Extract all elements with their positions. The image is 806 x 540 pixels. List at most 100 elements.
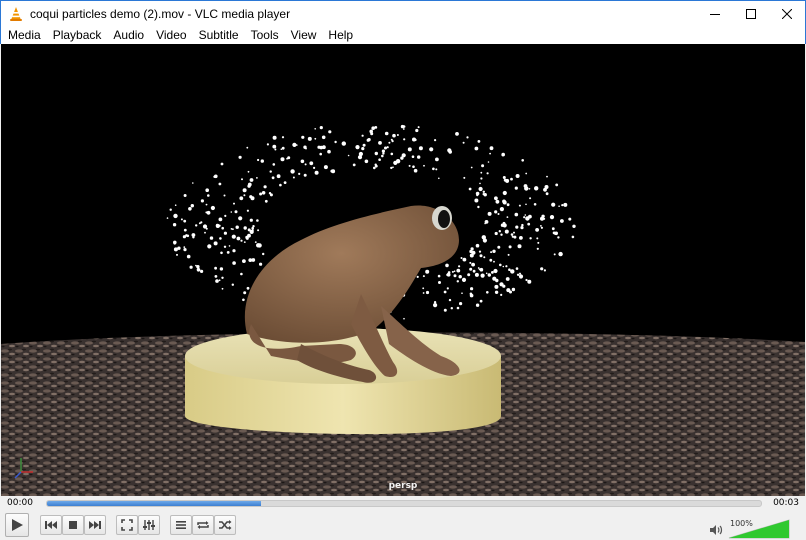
particle xyxy=(551,227,555,231)
shuffle-button[interactable] xyxy=(214,515,236,535)
particle xyxy=(215,279,219,283)
particle xyxy=(521,159,524,162)
particle xyxy=(429,147,434,152)
minimize-button[interactable] xyxy=(697,1,733,26)
particle xyxy=(475,303,480,307)
particle xyxy=(487,273,491,277)
particle xyxy=(497,245,501,249)
particle xyxy=(195,224,198,227)
particle xyxy=(189,265,193,269)
particle xyxy=(304,163,307,166)
particle xyxy=(243,194,246,197)
particle xyxy=(328,130,332,134)
particle xyxy=(479,299,483,303)
fullscreen-button[interactable] xyxy=(116,515,138,535)
menu-help[interactable]: Help xyxy=(322,26,359,44)
particle xyxy=(415,128,419,133)
particle xyxy=(260,159,264,163)
particle xyxy=(499,263,502,267)
particle xyxy=(487,211,492,216)
particle xyxy=(456,280,459,283)
play-icon xyxy=(12,519,23,531)
particle xyxy=(494,210,498,214)
loop-icon xyxy=(197,521,209,529)
volume-slider[interactable] xyxy=(728,519,790,539)
menu-playback[interactable]: Playback xyxy=(47,26,108,44)
menu-media[interactable]: Media xyxy=(1,26,47,44)
particle xyxy=(507,253,510,256)
particle xyxy=(495,199,500,204)
particle xyxy=(459,302,463,306)
particle xyxy=(271,176,275,180)
particle xyxy=(269,170,272,173)
particle xyxy=(517,244,522,249)
extended-settings-button[interactable] xyxy=(138,515,160,535)
menu-tools[interactable]: Tools xyxy=(245,26,285,44)
particle xyxy=(393,160,398,165)
particle xyxy=(261,191,266,195)
particle xyxy=(515,225,519,229)
particle xyxy=(479,254,483,258)
window-controls xyxy=(697,1,805,26)
particle xyxy=(502,284,506,288)
stop-icon xyxy=(69,521,77,529)
maximize-button[interactable] xyxy=(733,1,769,26)
particle xyxy=(438,281,441,284)
playlist-button[interactable] xyxy=(170,515,192,535)
menu-audio[interactable]: Audio xyxy=(107,26,150,44)
particle xyxy=(281,136,285,139)
particle xyxy=(390,152,394,156)
particle xyxy=(540,226,544,229)
menu-view[interactable]: View xyxy=(285,26,323,44)
particle xyxy=(510,177,513,181)
shuffle-icon xyxy=(219,520,232,530)
particle xyxy=(471,262,475,267)
playlist-icon xyxy=(176,521,186,529)
mute-button[interactable] xyxy=(709,524,723,539)
particle xyxy=(475,191,480,196)
stop-button[interactable] xyxy=(62,515,84,535)
particle xyxy=(390,166,393,170)
previous-button[interactable] xyxy=(40,515,62,535)
particle xyxy=(367,138,371,142)
particle xyxy=(536,237,539,240)
particle xyxy=(371,126,376,130)
particle xyxy=(240,239,243,242)
particle xyxy=(549,215,555,220)
particle xyxy=(240,272,243,276)
particle xyxy=(518,274,524,279)
particle xyxy=(546,175,548,178)
particle xyxy=(568,217,572,221)
particle xyxy=(462,141,465,144)
play-button[interactable] xyxy=(5,513,29,537)
menu-video[interactable]: Video xyxy=(150,26,192,44)
next-button[interactable] xyxy=(84,515,106,535)
particle xyxy=(174,204,177,206)
current-time: 00:00 xyxy=(7,498,33,508)
video-display[interactable]: persp xyxy=(1,44,805,496)
total-time[interactable]: 00:03 xyxy=(773,498,799,508)
menu-subtitle[interactable]: Subtitle xyxy=(193,26,245,44)
particle xyxy=(545,192,549,196)
particle xyxy=(249,218,253,222)
particle xyxy=(505,265,508,268)
seek-slider[interactable] xyxy=(46,500,762,507)
particle xyxy=(519,236,523,240)
particle xyxy=(317,145,321,149)
particle xyxy=(460,257,463,259)
particle xyxy=(245,235,249,239)
loop-button[interactable] xyxy=(192,515,214,535)
particle xyxy=(467,273,471,277)
particle xyxy=(483,256,486,259)
particle xyxy=(479,267,484,272)
particle xyxy=(506,203,510,207)
particle xyxy=(209,236,214,240)
particle xyxy=(523,216,526,219)
close-button[interactable] xyxy=(769,1,805,26)
particle xyxy=(205,188,209,192)
particle xyxy=(456,268,461,273)
particle xyxy=(519,272,521,275)
particle xyxy=(330,169,334,173)
particle xyxy=(506,216,509,219)
particle xyxy=(541,214,545,218)
